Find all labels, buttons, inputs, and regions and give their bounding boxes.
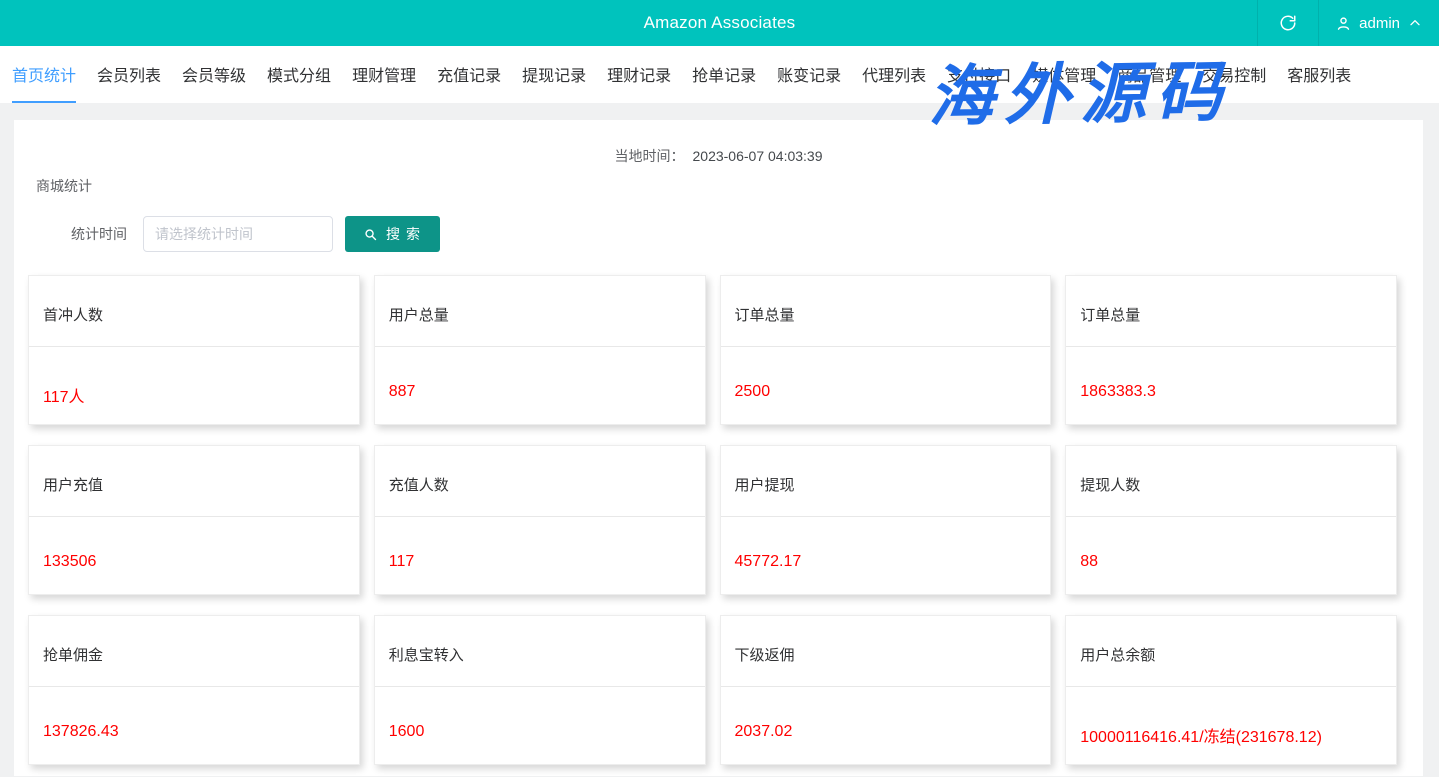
tab-media-management[interactable]: 媒体管理	[1032, 46, 1096, 103]
chevron-up-icon	[1407, 15, 1423, 31]
stat-card-value: 2037.02	[721, 687, 1051, 741]
local-time-value: 2023-06-07 04:03:39	[693, 148, 823, 164]
main-panel: 当地时间： 2023-06-07 04:03:39 商城统计 统计时间 搜索 首冲…	[14, 120, 1423, 776]
stat-card-subordinate-rebate: 下级返佣 2037.02	[720, 615, 1052, 765]
app-title: Amazon Associates	[644, 13, 796, 33]
stat-card-total-orders: 订单总量 2500	[720, 275, 1052, 425]
stat-card-user-withdrawals: 用户提现 45772.17	[720, 445, 1052, 595]
stat-card-value: 137826.43	[29, 687, 359, 741]
tab-deposit-records[interactable]: 充值记录	[437, 46, 501, 103]
stat-card-title: 用户总余额	[1066, 616, 1396, 665]
user-icon	[1335, 15, 1352, 32]
app-bar: Amazon Associates admin	[0, 0, 1439, 46]
stat-card-value: 1863383.3	[1066, 347, 1396, 401]
stat-card-first-deposit-users: 首冲人数 117人	[28, 275, 360, 425]
stat-card-title: 抢单佣金	[29, 616, 359, 665]
refresh-button[interactable]	[1257, 0, 1318, 46]
tab-account-change-records[interactable]: 账变记录	[777, 46, 841, 103]
stat-card-title: 用户提现	[721, 446, 1051, 495]
stat-card-title: 下级返佣	[721, 616, 1051, 665]
user-menu[interactable]: admin	[1318, 0, 1439, 46]
tab-member-levels[interactable]: 会员等级	[182, 46, 246, 103]
tab-payment-gateway[interactable]: 支付接口	[947, 46, 1011, 103]
stat-card-value: 88	[1066, 517, 1396, 571]
refresh-icon	[1279, 14, 1297, 32]
tab-trade-control[interactable]: 交易控制	[1202, 46, 1266, 103]
tab-home-stats[interactable]: 首页统计	[12, 46, 76, 103]
stat-card-title: 利息宝转入	[375, 616, 705, 665]
tab-finance-management[interactable]: 理财管理	[352, 46, 416, 103]
nav-tabs: 首页统计会员列表会员等级模式分组理财管理充值记录提现记录理财记录抢单记录账变记录…	[0, 46, 1439, 103]
tab-product-management[interactable]: 商品管理	[1117, 46, 1181, 103]
tab-order-grab-records[interactable]: 抢单记录	[692, 46, 756, 103]
stat-time-input[interactable]	[143, 216, 333, 252]
section-title: 商城统计	[36, 176, 1423, 196]
stat-card-value: 117	[375, 517, 705, 571]
app-bar-actions: admin	[1257, 0, 1439, 46]
stat-card-title: 订单总量	[1066, 276, 1396, 325]
search-icon	[363, 227, 378, 242]
stat-card-title: 提现人数	[1066, 446, 1396, 495]
tab-member-list[interactable]: 会员列表	[97, 46, 161, 103]
tab-finance-records[interactable]: 理财记录	[607, 46, 671, 103]
stat-card-title: 用户总量	[375, 276, 705, 325]
stat-card-value: 117人	[29, 347, 359, 407]
username-label: admin	[1359, 15, 1400, 32]
tab-agent-list[interactable]: 代理列表	[862, 46, 926, 103]
local-time-label: 当地时间：	[615, 148, 685, 164]
stat-card-title: 首冲人数	[29, 276, 359, 325]
stat-card-value: 1600	[375, 687, 705, 741]
stats-grid: 首冲人数 117人 用户总量 887 订单总量 2500 订单总量 186338…	[28, 275, 1397, 765]
stat-card-total-order-amount: 订单总量 1863383.3	[1065, 275, 1397, 425]
stat-card-withdrawal-users: 提现人数 88	[1065, 445, 1397, 595]
stat-card-deposit-users: 充值人数 117	[374, 445, 706, 595]
stat-card-value: 2500	[721, 347, 1051, 401]
filter-row: 统计时间 搜索	[71, 216, 1423, 252]
stat-card-order-grab-commission: 抢单佣金 137826.43	[28, 615, 360, 765]
stat-card-user-total-balance: 用户总余额 10000116416.41/冻结(231678.12)	[1065, 615, 1397, 765]
stat-card-value: 133506	[29, 517, 359, 571]
stat-card-interest-treasure-transfer-in: 利息宝转入 1600	[374, 615, 706, 765]
stat-time-label: 统计时间	[71, 224, 127, 244]
stat-card-title: 用户充值	[29, 446, 359, 495]
stat-card-value: 887	[375, 347, 705, 401]
local-time-row: 当地时间： 2023-06-07 04:03:39	[14, 120, 1423, 166]
stat-card-title: 订单总量	[721, 276, 1051, 325]
stat-card-value: 10000116416.41/冻结(231678.12)	[1066, 687, 1396, 747]
search-button[interactable]: 搜索	[345, 216, 440, 252]
stat-card-user-deposits: 用户充值 133506	[28, 445, 360, 595]
stat-card-value: 45772.17	[721, 517, 1051, 571]
stat-card-title: 充值人数	[375, 446, 705, 495]
tab-withdrawal-records[interactable]: 提现记录	[522, 46, 586, 103]
tab-customer-service-list[interactable]: 客服列表	[1287, 46, 1351, 103]
stat-card-total-users: 用户总量 887	[374, 275, 706, 425]
search-button-label: 搜索	[386, 224, 426, 244]
tab-mode-groups[interactable]: 模式分组	[267, 46, 331, 103]
